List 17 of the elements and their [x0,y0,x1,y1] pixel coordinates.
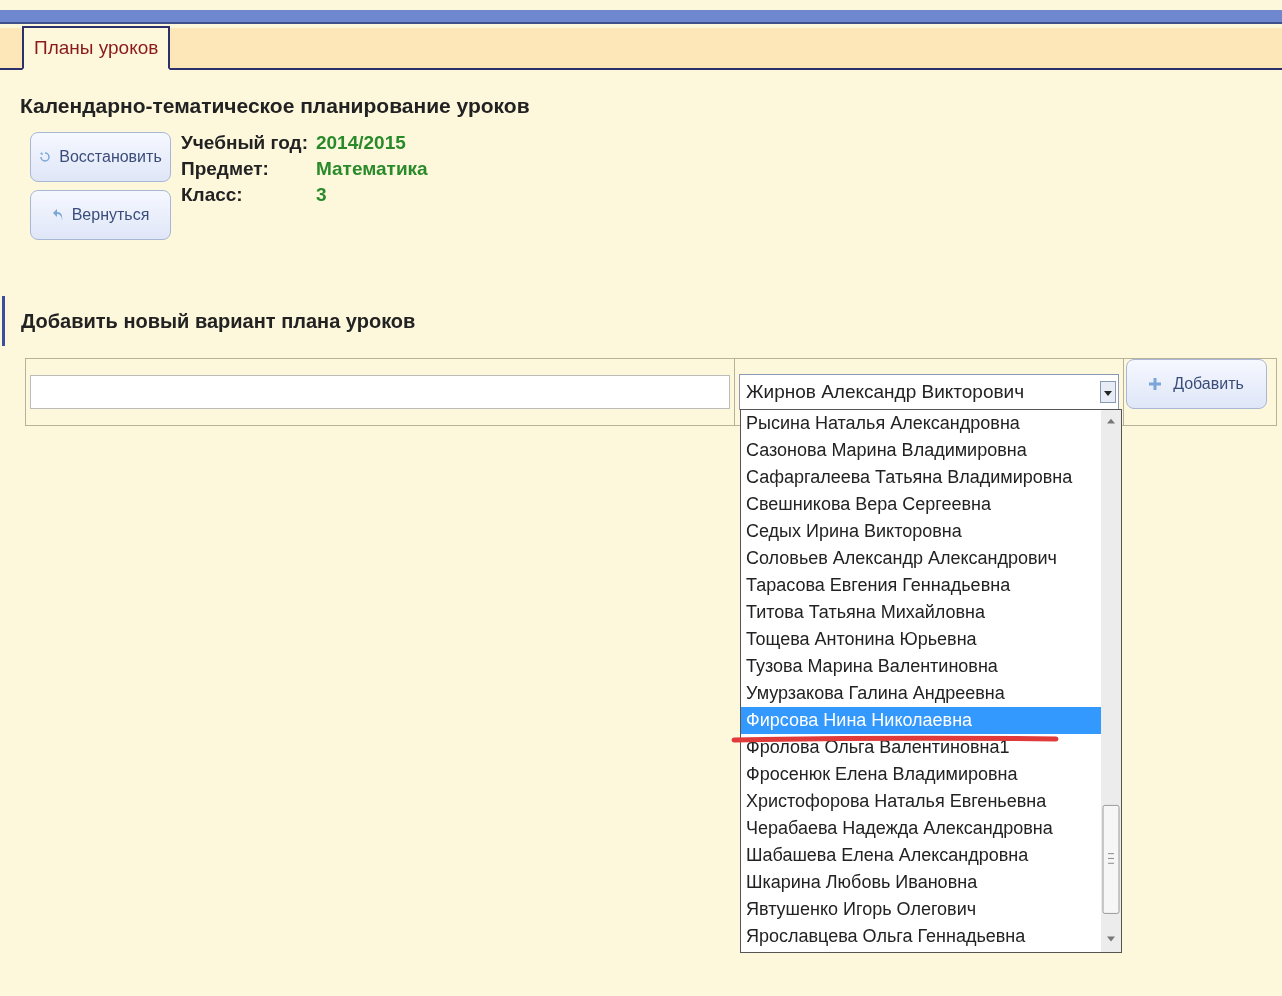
restore-button[interactable]: Восстановить [30,132,171,182]
refresh-icon [39,151,52,163]
tab[interactable]: Планы уроков [22,26,171,70]
info-label: Предмет: [181,158,270,180]
info-label: Класс: [181,184,244,206]
info-value: Математика [316,158,428,180]
scrollbar[interactable] [1101,410,1121,952]
info-label: Учебный год: [181,132,308,154]
input-field[interactable] [30,375,730,409]
teacher-select[interactable]: Жирнов Александр Викторович [739,374,1119,410]
info-value: 3 [316,184,328,206]
add-button[interactable]: Добавить [1126,359,1267,409]
page-title: Календарно-тематическое планирование уроков [20,94,531,118]
section-title: Добавить новый вариант плана уроков [2,296,1282,346]
info-value: 2014/2015 [316,132,407,154]
back-button[interactable]: Вернуться [30,190,171,240]
plus-icon [1149,378,1162,390]
